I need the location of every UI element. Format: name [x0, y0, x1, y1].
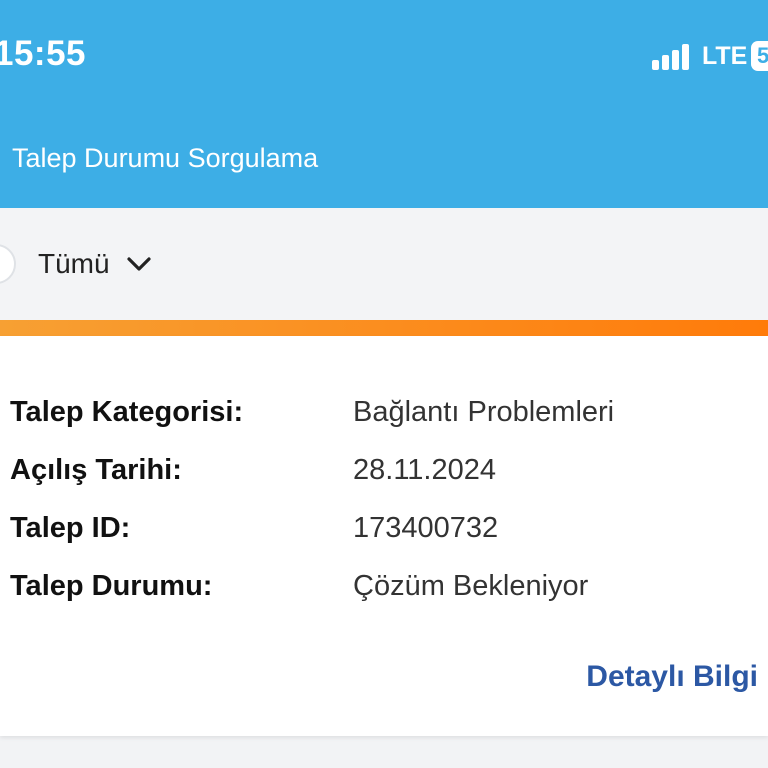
network-type: LTE	[702, 42, 748, 70]
field-request-id: Talep ID: 173400732	[10, 512, 768, 552]
filter-selected-label: Tümü	[38, 248, 110, 279]
signal-icon	[652, 44, 692, 70]
field-category: Talep Kategorisi: Bağlantı Problemleri	[10, 396, 768, 436]
field-value: Bağlantı Problemleri	[353, 396, 615, 428]
field-label: Açılış Tarihi:	[10, 454, 182, 486]
field-value: 28.11.2024	[353, 454, 496, 486]
field-label: Talep ID:	[10, 512, 131, 544]
request-card: Talep Kategorisi: Bağlantı Problemleri A…	[0, 336, 768, 736]
app-header: 15:55 LTE 5 Talep Durumu Sorgulama	[0, 0, 768, 208]
detail-info-link[interactable]: Detaylı Bilgi	[586, 660, 758, 694]
filter-radio[interactable]	[0, 244, 16, 284]
filter-bar: Tümü	[0, 208, 768, 320]
battery-icon: 5	[751, 41, 768, 71]
field-open-date: Açılış Tarihi: 28.11.2024	[10, 454, 768, 494]
field-label: Talep Kategorisi:	[10, 396, 244, 428]
field-status: Talep Durumu: Çözüm Bekleniyor	[10, 570, 768, 610]
filter-dropdown[interactable]: Tümü	[38, 246, 152, 282]
status-time: 15:55	[0, 34, 87, 73]
page-title: Talep Durumu Sorgulama	[12, 143, 319, 173]
field-label: Talep Durumu:	[10, 570, 213, 602]
chevron-down-icon	[126, 257, 151, 271]
field-value: Çözüm Bekleniyor	[353, 570, 589, 602]
status-strip	[0, 320, 768, 336]
field-value: 173400732	[353, 512, 499, 544]
